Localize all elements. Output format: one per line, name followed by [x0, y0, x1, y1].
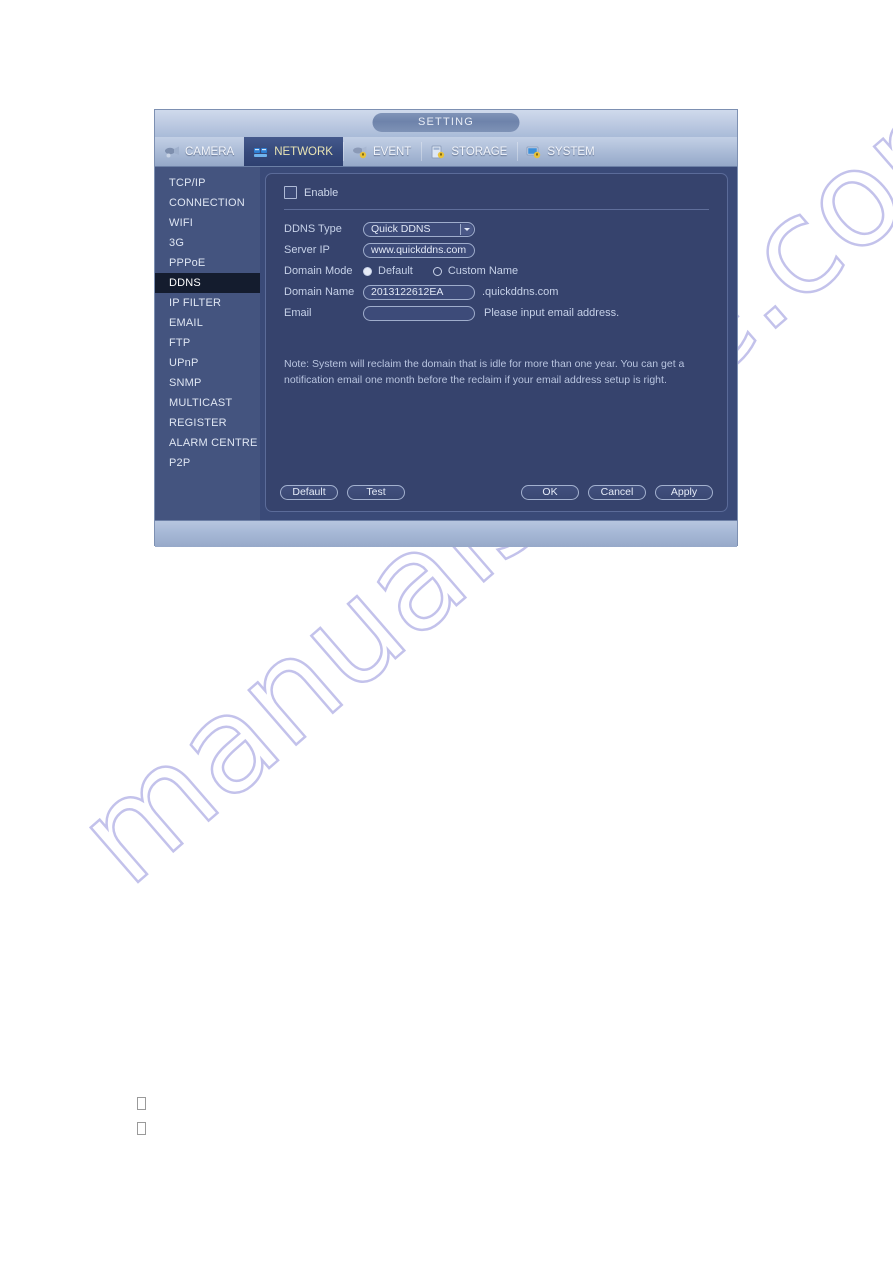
reclaim-note: Note: System will reclaim the domain tha…: [284, 358, 685, 386]
system-icon: [526, 145, 542, 159]
tab-system[interactable]: SYSTEM: [517, 137, 604, 166]
apply-button[interactable]: Apply: [655, 485, 713, 500]
default-button[interactable]: Default: [280, 485, 338, 500]
panel-button-bar: Default Test OK Cancel Apply: [280, 485, 713, 500]
sidebar-item-p2p[interactable]: P2P: [155, 453, 260, 473]
radio-custom-name[interactable]: [432, 266, 442, 276]
sidebar-item-connection[interactable]: CONNECTION: [155, 193, 260, 213]
domain-mode-radios: Default Custom Name: [363, 265, 518, 277]
tab-storage-label: STORAGE: [451, 145, 508, 158]
tab-camera-label: CAMERA: [185, 145, 235, 158]
network-icon: [253, 145, 269, 159]
radio-custom-name-label: Custom Name: [447, 265, 519, 277]
dialog-footer-strip: [155, 520, 737, 547]
ddns-type-value: Quick DDNS: [371, 222, 431, 235]
ok-button[interactable]: OK: [521, 485, 579, 500]
test-button[interactable]: Test: [347, 485, 405, 500]
email-hint: Please input email address.: [484, 307, 620, 319]
ddns-type-select[interactable]: Quick DDNS: [363, 221, 475, 237]
dialog-title: SETTING: [372, 113, 520, 132]
tab-system-label: SYSTEM: [547, 145, 595, 158]
tab-camera[interactable]: CAMERA: [155, 137, 244, 166]
panel-divider: [284, 209, 709, 210]
ddns-type-label: DDNS Type: [284, 223, 342, 235]
sidebar-item-ddns[interactable]: DDNS: [155, 273, 260, 293]
dialog-titlebar: SETTING: [155, 110, 737, 137]
row-server-ip: Server IP www.quickddns.com: [284, 240, 713, 260]
sidebar-item-wifi[interactable]: WIFI: [155, 213, 260, 233]
storage-icon: [430, 145, 446, 159]
row-ddns-type: DDNS Type Quick DDNS: [284, 219, 713, 239]
row-domain-mode: Domain Mode Default Custom Name: [284, 261, 713, 281]
ddns-settings-panel: Enable DDNS Type Quick DDNS Server IP ww…: [265, 173, 728, 512]
domain-name-label: Domain Name: [284, 286, 355, 298]
row-domain-name: Domain Name 2013122612EA .quickddns.com: [284, 282, 713, 302]
radio-default-label: Default: [378, 265, 413, 277]
cancel-button[interactable]: Cancel: [588, 485, 646, 500]
chevron-down-icon[interactable]: [460, 223, 473, 235]
tab-event[interactable]: EVENT: [342, 137, 421, 166]
sidebar-item-tcp-ip[interactable]: TCP/IP: [155, 173, 260, 193]
camera-icon: [164, 145, 180, 159]
sidebar-item-upnp[interactable]: UPnP: [155, 353, 260, 373]
sidebar-item-pppoe[interactable]: PPPoE: [155, 253, 260, 273]
ddns-form: DDNS Type Quick DDNS Server IP www.quick…: [284, 219, 713, 323]
radio-default[interactable]: [363, 266, 372, 276]
tab-storage[interactable]: STORAGE: [421, 137, 517, 166]
bullet-placeholder-2: [137, 1122, 146, 1135]
sidebar-item-multicast[interactable]: MULTICAST: [155, 393, 260, 413]
sidebar-item-ip-filter[interactable]: IP FILTER: [155, 293, 260, 313]
main-tabbar: CAMERA NETWORK EVENT STORAGE SYSTEM: [155, 137, 737, 167]
enable-label: Enable: [304, 186, 339, 199]
sidebar-item-ftp[interactable]: FTP: [155, 333, 260, 353]
tab-network[interactable]: NETWORK: [244, 137, 343, 166]
sidebar-item-3g[interactable]: 3G: [155, 233, 260, 253]
domain-name-suffix: .quickddns.com: [482, 286, 559, 298]
sidebar-item-register[interactable]: REGISTER: [155, 413, 260, 433]
tab-network-label: NETWORK: [274, 145, 333, 158]
domain-mode-label: Domain Mode: [284, 265, 353, 277]
tab-event-label: EVENT: [372, 145, 412, 158]
sidebar-item-alarm-centre[interactable]: ALARM CENTRE: [155, 433, 260, 453]
server-ip-label: Server IP: [284, 244, 330, 256]
sidebar-item-snmp[interactable]: SNMP: [155, 373, 260, 393]
event-icon: [352, 145, 368, 159]
bullet-placeholder-1: [137, 1097, 146, 1110]
network-sidebar: TCP/IP CONNECTION WIFI 3G PPPoE DDNS IP …: [155, 167, 260, 520]
server-ip-input[interactable]: www.quickddns.com: [363, 242, 475, 258]
enable-row: Enable: [284, 186, 713, 199]
dialog-body: TCP/IP CONNECTION WIFI 3G PPPoE DDNS IP …: [155, 167, 737, 520]
sidebar-item-email[interactable]: EMAIL: [155, 313, 260, 333]
email-input[interactable]: [363, 305, 475, 321]
enable-checkbox[interactable]: [284, 186, 297, 199]
email-label: Email: [284, 307, 312, 319]
setting-dialog: SETTING CAMERA NETWORK EVENT STORAGE SYS…: [155, 110, 737, 547]
row-email: Email Please input email address.: [284, 303, 713, 323]
domain-name-input[interactable]: 2013122612EA: [363, 284, 475, 300]
ddns-content-wrap: Enable DDNS Type Quick DDNS Server IP ww…: [260, 167, 737, 520]
